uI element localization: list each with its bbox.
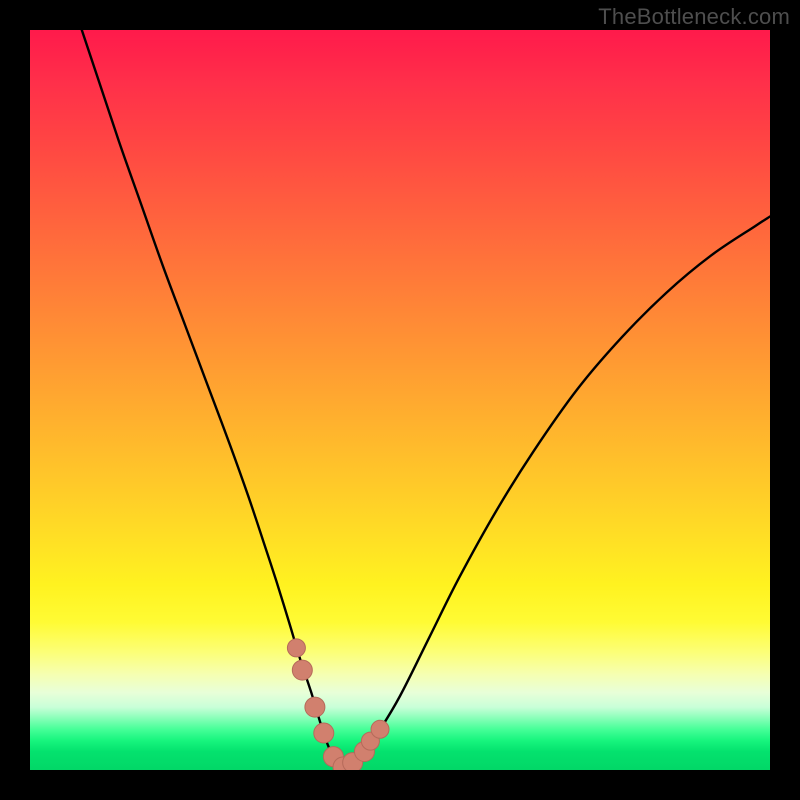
watermark-credit: TheBottleneck.com [598, 4, 790, 30]
curve-layer [30, 30, 770, 770]
highlight-marker [305, 697, 325, 717]
highlight-markers [287, 639, 389, 770]
highlight-marker [371, 720, 389, 738]
highlight-marker [287, 639, 305, 657]
highlight-marker [314, 723, 334, 743]
bottleneck-curve [82, 30, 770, 767]
highlight-marker [292, 660, 312, 680]
plot-area [30, 30, 770, 770]
chart-frame: TheBottleneck.com [0, 0, 800, 800]
